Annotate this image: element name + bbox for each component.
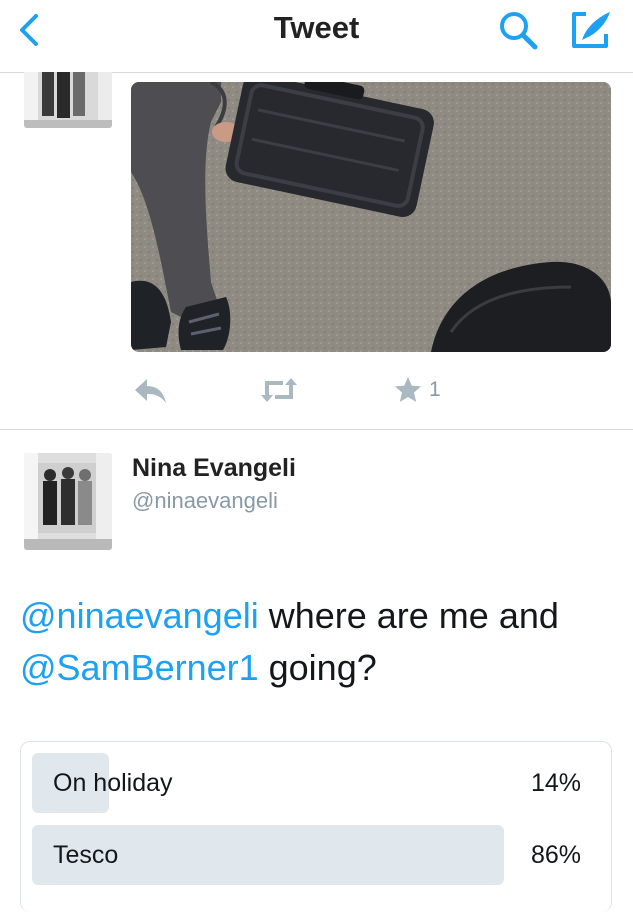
author-name[interactable]: Nina Evangeli xyxy=(132,454,296,483)
poll-option: On holiday 14% xyxy=(32,753,581,813)
poll-option: Tesco 86% xyxy=(32,825,581,885)
like-count: 1 xyxy=(429,378,441,401)
poll-option-percent: 86% xyxy=(530,841,581,869)
navigation-bar: Tweet xyxy=(0,0,633,73)
tweet-text-segment: where are me and xyxy=(258,595,559,636)
tweet-divider xyxy=(0,429,633,430)
avatar[interactable] xyxy=(24,453,112,550)
like-button[interactable]: 1 xyxy=(393,372,441,408)
star-icon xyxy=(393,375,423,405)
mention-link[interactable]: @SamBerner1 xyxy=(20,647,259,688)
tweet-text-segment: going? xyxy=(258,647,377,688)
search-icon[interactable] xyxy=(496,8,540,52)
poll-option-label: On holiday xyxy=(53,769,173,797)
poll-option-percent: 14% xyxy=(530,769,581,797)
poll-option-label: Tesco xyxy=(53,841,119,869)
mention-link[interactable]: @ninaevangeli xyxy=(20,595,259,636)
author-handle[interactable]: @ninaevangeli xyxy=(132,488,278,514)
retweet-icon[interactable] xyxy=(259,372,299,408)
poll-card: On holiday 14% Tesco 86% xyxy=(20,741,612,912)
tweet-text: @ninaevangeli where are me and @SamBerne… xyxy=(20,590,610,694)
tweet-actions: 1 xyxy=(131,372,531,408)
previous-tweet-avatar[interactable] xyxy=(24,72,112,128)
compose-icon[interactable] xyxy=(568,8,614,52)
tweet-media-photo[interactable] xyxy=(131,82,611,352)
reply-icon[interactable] xyxy=(133,372,169,408)
